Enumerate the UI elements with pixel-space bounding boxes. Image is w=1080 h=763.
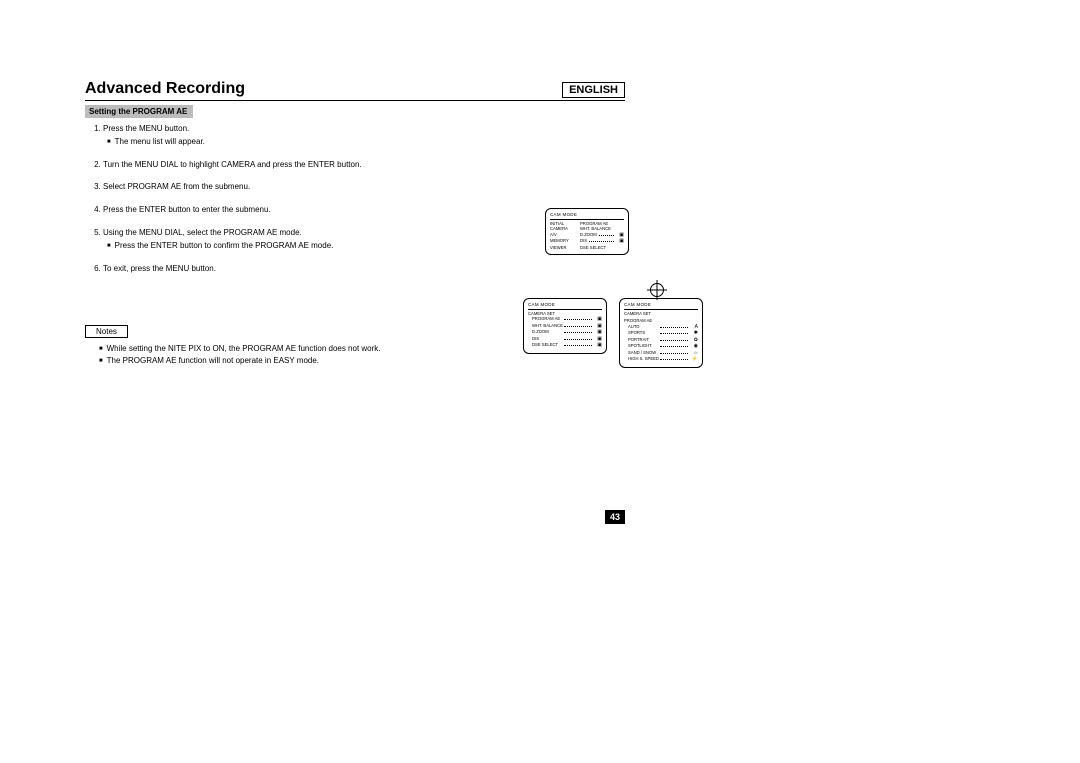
checkbox-icon: ▣ <box>594 342 602 349</box>
menu-screen-2: CAM MODE CAMERA SET PROGRAM AE▣ WHT. BAL… <box>523 298 607 354</box>
step-1-sub: The menu list will appear. <box>107 136 451 149</box>
registration-mark-icon <box>647 280 667 300</box>
menu3-title: CAM MODE <box>624 302 698 310</box>
step-5-sub: Press the ENTER button to confirm the PR… <box>107 240 451 253</box>
step-2: Turn the MENU DIAL to highlight CAMERA a… <box>103 159 451 172</box>
title-rule <box>85 100 625 101</box>
checkbox-icon: ▣ <box>616 238 624 245</box>
menu-screen-1: CAM MODE INITIALPROGRAM AE CAMERAWHT. BA… <box>545 208 629 255</box>
step-5: Using the MENU DIAL, select the PROGRAM … <box>103 227 451 253</box>
manual-page: Advanced Recording ENGLISH Setting the P… <box>85 80 625 520</box>
page-number: 43 <box>605 510 625 524</box>
m3-i5: HIGH S. SPEED <box>624 356 658 363</box>
step-6: To exit, press the MENU button. <box>103 263 451 276</box>
step-1-text: Press the MENU button. <box>103 124 189 133</box>
step-4: Press the ENTER button to enter the subm… <box>103 204 451 217</box>
section-subtitle: Setting the PROGRAM AE <box>85 105 193 118</box>
menu3-heading: CAMERA SET <box>624 311 698 316</box>
menu-screen-3: CAM MODE CAMERA SET PROGRAM AE AUTOA SPO… <box>619 298 703 368</box>
header-row: Advanced Recording ENGLISH <box>85 80 625 98</box>
notes-heading: Notes <box>85 325 128 338</box>
note-2: The PROGRAM AE function will not operate… <box>99 355 625 367</box>
language-badge: ENGLISH <box>562 82 625 98</box>
page-title: Advanced Recording <box>85 80 245 98</box>
step-5-text: Using the MENU DIAL, select the PROGRAM … <box>103 228 302 237</box>
m1-r4: DSE SELECT <box>580 245 606 250</box>
menu2-title: CAM MODE <box>528 302 602 310</box>
highspeed-icon: ⚡ <box>690 356 698 363</box>
menu1-title: CAM MODE <box>550 212 624 220</box>
m2-i4: DSE SELECT <box>528 342 562 349</box>
step-3: Select PROGRAM AE from the submenu. <box>103 181 451 194</box>
m1-l4: VIEWER <box>550 245 580 250</box>
instruction-list: Press the MENU button. The menu list wil… <box>85 123 451 275</box>
step-1: Press the MENU button. The menu list wil… <box>103 123 451 149</box>
